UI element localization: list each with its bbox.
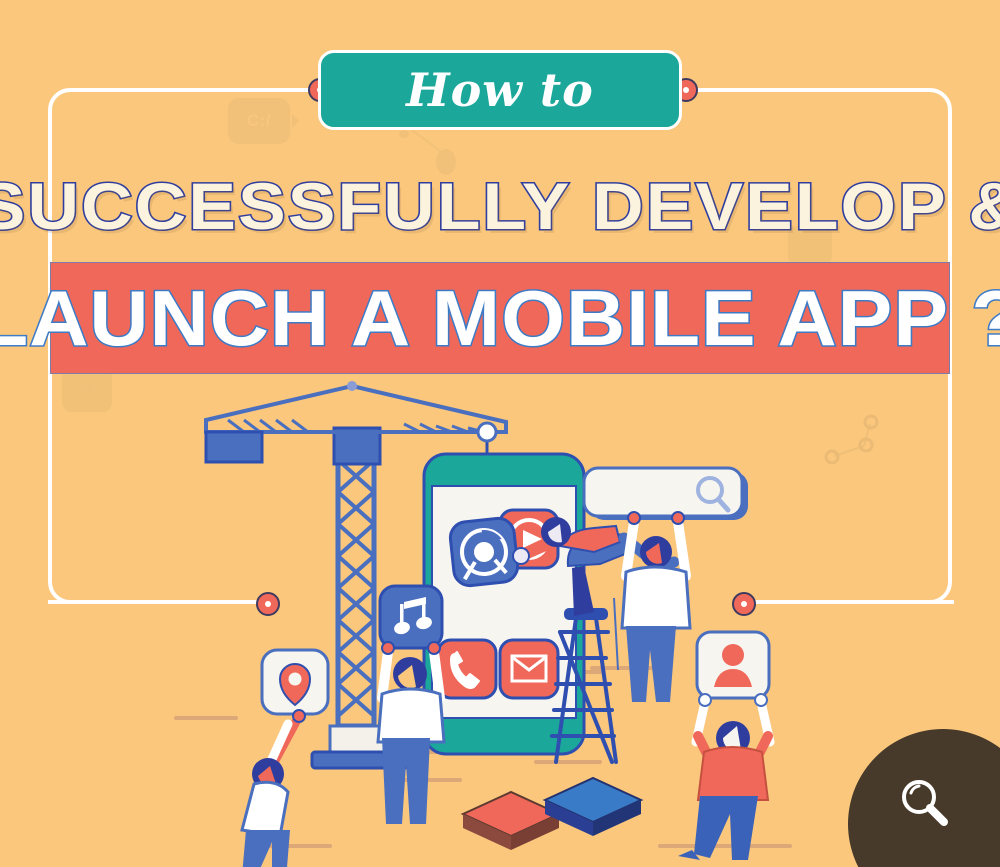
user-profile-card <box>695 630 771 700</box>
headline-line-1: SUCCESSFULLY DEVELOP & <box>0 168 1000 245</box>
how-to-badge: How to <box>318 50 682 130</box>
search-bar-card <box>582 466 748 520</box>
email-app-icon <box>498 638 560 700</box>
worker-music-note <box>376 584 446 824</box>
magnifier-icon <box>902 780 948 826</box>
music-note-card <box>378 584 444 650</box>
headline-band: LAUNCH A MOBILE APP ? <box>0 262 1000 374</box>
headline-line-2: LAUNCH A MOBILE APP ? <box>0 274 1000 362</box>
browser-app-icon <box>448 516 520 588</box>
worker-user-profile <box>678 630 775 860</box>
location-pin-card <box>260 648 330 716</box>
app-development-illustration <box>174 381 792 867</box>
infographic-poster: C:/ ▾ How to SUCCESSFULLY DEVELOP & LAUN… <box>0 0 1000 867</box>
how-to-badge-label: How to <box>406 63 594 117</box>
block-blue <box>542 776 644 836</box>
phone-call-app-icon <box>436 638 498 700</box>
